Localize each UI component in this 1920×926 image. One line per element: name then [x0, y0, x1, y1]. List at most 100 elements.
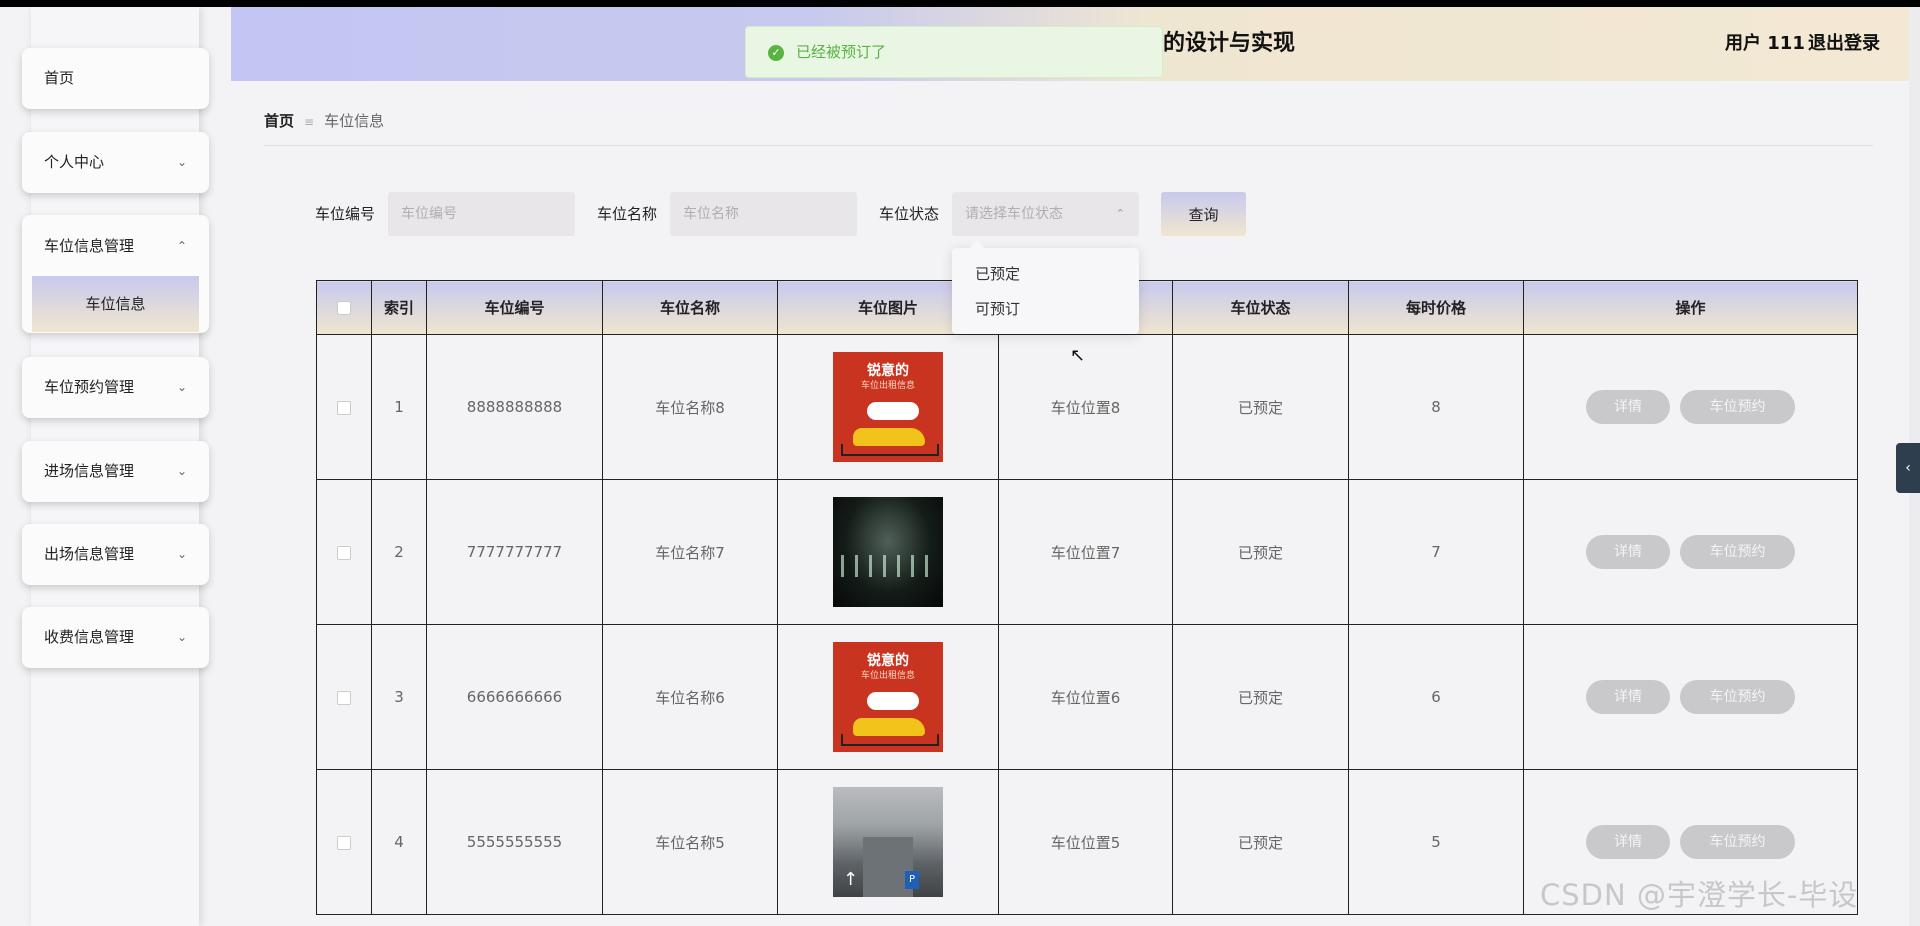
parking-sign-icon: P [905, 871, 919, 889]
column-header: 车位状态 [1172, 280, 1349, 335]
sidebar-item-personal-center[interactable]: 个人中心 ⌄ [22, 132, 209, 193]
detail-button[interactable]: 详情 [1586, 390, 1670, 424]
name-label: 车位名称 [597, 205, 658, 223]
poster-bubble [867, 402, 919, 420]
sidebar-item-label: 进场信息管理 [44, 462, 135, 480]
name-input[interactable] [670, 192, 857, 236]
cell-status: 已预定 [1172, 769, 1349, 915]
collapse-panel-button[interactable]: ‹ [1896, 443, 1920, 493]
row-checkbox-cell [316, 334, 372, 480]
status-select[interactable]: 请选择车位状态 ⌃ [952, 192, 1139, 236]
reserve-button[interactable]: 车位预约 [1680, 390, 1795, 424]
toast-message: 已经被预订了 [796, 43, 887, 61]
detail-button[interactable]: 详情 [1586, 680, 1670, 714]
table-row: 1 8888888888 车位名称8 锐意的 车位出租信息 车位位置8 已预定 … [316, 334, 1858, 480]
row-checkbox-cell [316, 624, 372, 770]
sidebar-item-exit-management[interactable]: 出场信息管理 ⌄ [22, 524, 209, 585]
sidebar-item-label: 收费信息管理 [44, 628, 135, 646]
chevron-up-icon: ⌃ [176, 239, 187, 253]
breadcrumb-separator-icon: ≡ [304, 115, 315, 129]
select-all-checkbox[interactable] [337, 301, 351, 315]
detail-button[interactable]: 详情 [1586, 825, 1670, 859]
cell-name: 车位名称8 [602, 334, 778, 480]
status-select-placeholder: 请选择车位状态 [965, 206, 1063, 222]
column-header: 车位名称 [602, 280, 778, 335]
row-checkbox-cell [316, 769, 372, 915]
page-title: 的设计与实现 [1163, 31, 1296, 56]
chevron-up-icon: ⌃ [1115, 207, 1125, 220]
parking-poster-image[interactable]: 锐意的 车位出租信息 [833, 352, 943, 462]
code-input[interactable] [388, 192, 575, 236]
chevron-down-icon: ⌄ [176, 547, 187, 561]
sidebar-item-fee-management[interactable]: 收费信息管理 ⌄ [22, 607, 209, 668]
watermark: CSDN @宇澄学长-毕设 [1540, 878, 1859, 912]
cell-location: 车位位置8 [998, 334, 1173, 480]
underground-parking-image[interactable] [833, 497, 943, 607]
status-option-reserved[interactable]: 已预定 [975, 257, 1020, 291]
status-label: 车位状态 [879, 205, 940, 223]
cell-image [777, 479, 999, 625]
status-option-available[interactable]: 可预订 [975, 292, 1020, 326]
status-dropdown: 已预定 可预订 [952, 239, 1139, 334]
cell-location: 车位位置6 [998, 624, 1173, 770]
sidebar-item-label: 车位预约管理 [44, 378, 135, 396]
cell-code: 7777777777 [426, 479, 603, 625]
cell-actions: 详情 车位预约 [1523, 479, 1858, 625]
row-checkbox[interactable] [337, 400, 351, 415]
table-row: 3 6666666666 车位名称6 锐意的 车位出租信息 车位位置6 已预定 … [316, 624, 1858, 770]
poster-bubble [867, 692, 919, 710]
query-button[interactable]: 查询 [1161, 192, 1246, 236]
sidebar-item-parking-info-management[interactable]: 车位信息管理 ⌃ 车位信息 [22, 215, 209, 333]
sidebar-item-label: 出场信息管理 [44, 545, 135, 563]
column-header: 车位编号 [426, 280, 603, 335]
poster-title: 锐意的 [867, 653, 909, 669]
dropdown-caret [969, 239, 985, 255]
street-parking-image[interactable]: ↑ P [833, 787, 943, 897]
chevron-down-icon: ⌄ [176, 380, 187, 394]
cell-code: 5555555555 [426, 769, 603, 915]
arrow-up-icon: ↑ [843, 869, 859, 890]
sidebar-item-label: 车位信息管理 [44, 237, 135, 255]
reserve-button[interactable]: 车位预约 [1680, 825, 1795, 859]
row-checkbox[interactable] [337, 690, 351, 705]
sidebar-subitem-parking-info[interactable]: 车位信息 [32, 276, 199, 332]
sidebar-item-home[interactable]: 首页 [22, 48, 209, 109]
row-checkbox-cell [316, 479, 372, 625]
breadcrumb-current: 车位信息 [324, 112, 385, 130]
sidebar-item-reservation-management[interactable]: 车位预约管理 ⌄ [22, 357, 209, 418]
parking-poster-image[interactable]: 锐意的 车位出租信息 [833, 642, 943, 752]
cell-code: 6666666666 [426, 624, 603, 770]
poster-title: 锐意的 [867, 363, 909, 379]
divider [264, 145, 1873, 146]
cell-price: 8 [1348, 334, 1524, 480]
chevron-down-icon: ⌄ [176, 155, 187, 169]
column-header: 索引 [371, 280, 427, 335]
row-checkbox[interactable] [337, 545, 351, 560]
column-header: 每时价格 [1348, 280, 1524, 335]
breadcrumb-home[interactable]: 首页 [264, 112, 294, 130]
parking-table: 索引 车位编号 车位名称 车位图片 车位位置 车位状态 每时价格 操作 1 88… [316, 280, 1858, 915]
chevron-down-icon: ⌄ [176, 630, 187, 644]
cell-name: 车位名称6 [602, 624, 778, 770]
reserve-button[interactable]: 车位预约 [1680, 535, 1795, 569]
cell-price: 7 [1348, 479, 1524, 625]
cell-image: ↑ P [777, 769, 999, 915]
cell-index: 4 [371, 769, 427, 915]
sidebar-item-label: 首页 [44, 69, 75, 87]
cell-location: 车位位置5 [998, 769, 1173, 915]
reserve-button[interactable]: 车位预约 [1680, 680, 1795, 714]
cell-price: 6 [1348, 624, 1524, 770]
cell-index: 1 [371, 334, 427, 480]
cell-location: 车位位置7 [998, 479, 1173, 625]
row-checkbox[interactable] [337, 835, 351, 850]
cell-status: 已预定 [1172, 624, 1349, 770]
success-toast: ✓ 已经被预订了 [745, 26, 1163, 78]
mouse-cursor-icon: ↖ [1070, 345, 1086, 366]
sidebar-item-entry-management[interactable]: 进场信息管理 ⌄ [22, 441, 209, 502]
logout-button[interactable]: 退出登录 [1808, 7, 1880, 81]
cell-index: 2 [371, 479, 427, 625]
user-name: 用户 111 [1725, 33, 1805, 54]
detail-button[interactable]: 详情 [1586, 535, 1670, 569]
top-border [0, 0, 1920, 7]
cell-price: 5 [1348, 769, 1524, 915]
